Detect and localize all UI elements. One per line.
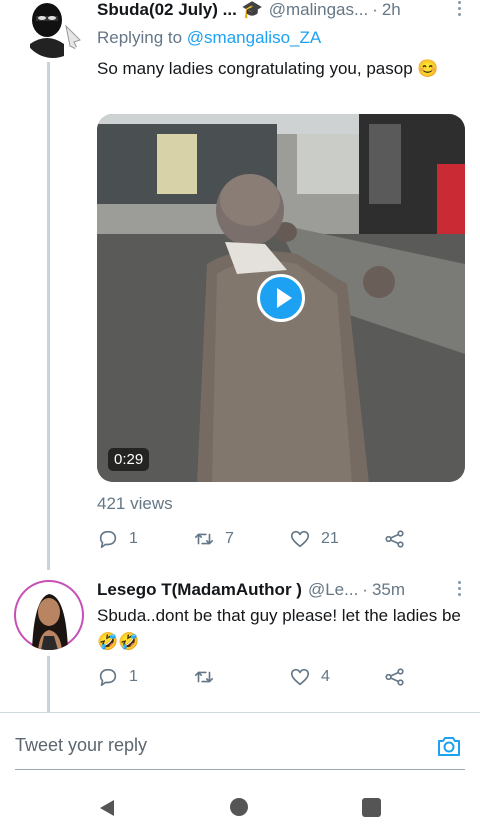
retweet-icon	[194, 671, 214, 683]
separator-dot: ·	[362, 580, 368, 599]
share-button[interactable]	[384, 528, 406, 550]
more-icon[interactable]	[458, 578, 462, 599]
share-icon	[385, 530, 404, 548]
reply-button[interactable]: 1	[97, 666, 138, 688]
share-button[interactable]	[384, 666, 406, 688]
play-button[interactable]	[257, 274, 305, 322]
reply-button[interactable]: 1	[97, 528, 138, 550]
tweet-header: Lesego T(MadamAuthor ) @Le... · 35m	[97, 578, 466, 602]
input-underline	[15, 769, 465, 770]
like-count: 4	[321, 668, 330, 685]
video-duration: 0:29	[108, 448, 150, 471]
retweet-icon	[194, 533, 214, 545]
timestamp[interactable]: 2h	[382, 0, 401, 20]
reply-composer[interactable]: Tweet your reply	[0, 712, 480, 774]
reply-count: 1	[129, 530, 138, 547]
display-name[interactable]: Sbuda(02 July) ... 🎓	[97, 0, 263, 20]
tweet-actions: 1 4	[97, 666, 417, 692]
replying-to-handle[interactable]: @smangaliso_ZA	[187, 28, 321, 47]
timestamp[interactable]: 35m	[372, 580, 405, 600]
retweet-button[interactable]	[193, 666, 225, 688]
reply-icon	[99, 668, 117, 687]
reply-count: 1	[129, 668, 138, 685]
display-name[interactable]: Lesego T(MadamAuthor )	[97, 580, 302, 600]
reply-icon	[99, 530, 117, 549]
replying-to-label: Replying to	[97, 28, 183, 47]
reply-input[interactable]: Tweet your reply	[15, 735, 147, 756]
heart-icon	[290, 530, 310, 548]
handle[interactable]: @malingas...	[269, 0, 368, 20]
tweet-text: So many ladies congratulating you, pasop…	[97, 59, 439, 78]
retweet-count: 7	[225, 530, 234, 547]
system-navigation-bar	[0, 776, 480, 838]
like-button[interactable]: 21	[289, 528, 339, 550]
like-button[interactable]: 4	[289, 666, 330, 688]
heart-icon	[290, 668, 310, 686]
video-player[interactable]: 0:29	[97, 114, 465, 482]
tweet-header: Sbuda(02 July) ... 🎓 @malingas... · 2h	[97, 0, 466, 22]
view-count: 421 views	[97, 494, 173, 513]
avatar[interactable]	[14, 580, 84, 650]
tweet-actions: 1 7 21	[97, 528, 417, 554]
back-icon[interactable]	[97, 798, 117, 823]
separator-dot: ·	[372, 0, 378, 19]
tweet-sbuda[interactable]: Sbuda(02 July) ... 🎓 @malingas... · 2h R…	[0, 0, 480, 560]
like-count: 21	[321, 530, 339, 547]
tweet-lesego[interactable]: Lesego T(MadamAuthor ) @Le... · 35m Sbud…	[0, 572, 480, 712]
more-icon[interactable]	[458, 0, 462, 19]
avatar[interactable]	[22, 0, 84, 58]
share-icon	[385, 668, 404, 686]
recent-apps-icon[interactable]	[362, 798, 381, 817]
replying-to: Replying to @smangaliso_ZA	[97, 28, 321, 48]
camera-icon[interactable]	[436, 733, 462, 759]
home-icon[interactable]	[230, 798, 248, 816]
tweet-text: Sbuda..dont be that guy please! let the …	[97, 606, 461, 651]
handle[interactable]: @Le...	[308, 580, 358, 600]
retweet-button[interactable]: 7	[193, 528, 234, 550]
